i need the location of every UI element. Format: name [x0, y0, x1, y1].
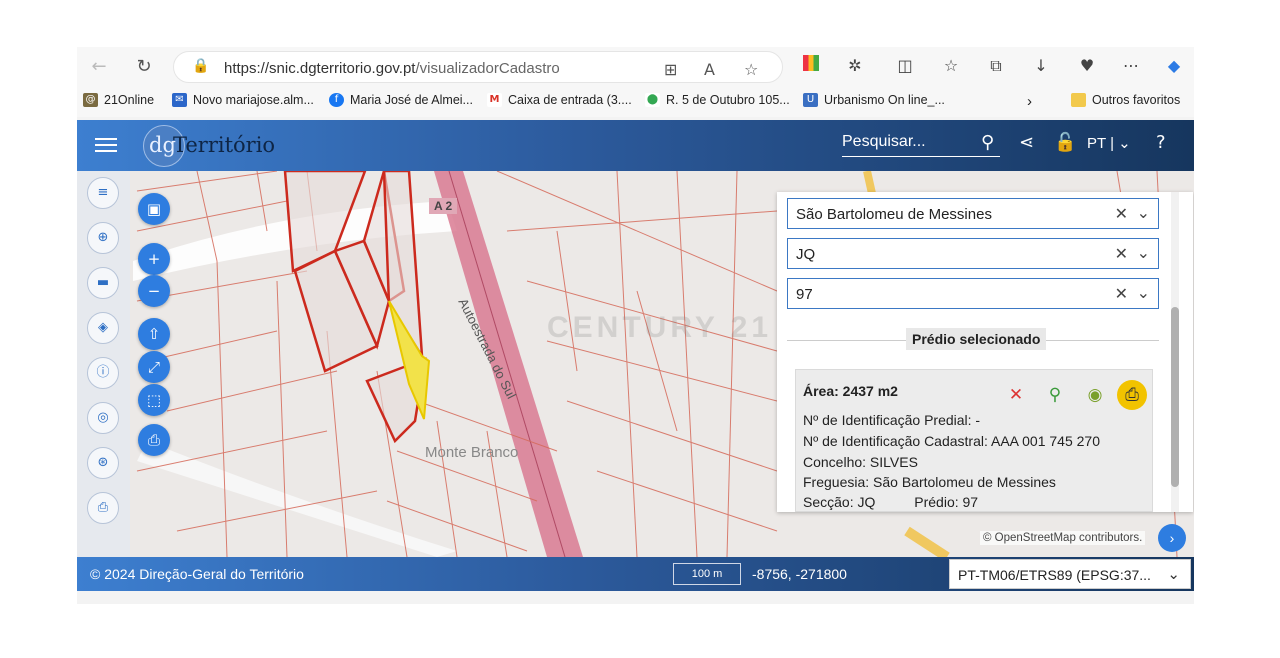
parcel-info-line: Secção: JQ Prédio: 97: [803, 494, 979, 510]
download-icon[interactable]: ↓: [1029, 54, 1053, 78]
zoom-out-button[interactable]: −: [138, 275, 170, 307]
bookmark-21online[interactable]: @21Online: [83, 93, 154, 107]
parcel-info-line: Nº de Identificação Cadastral: AAA 001 7…: [803, 433, 1100, 449]
zoom-in-button[interactable]: +: [138, 243, 170, 275]
coordinates-readout: -8756, -271800: [752, 566, 847, 582]
expand-chevron-icon[interactable]: ›: [1158, 524, 1186, 552]
bookmark-urbanismo[interactable]: U Urbanismo On line_...: [803, 93, 945, 107]
hamburger-menu-icon[interactable]: [95, 134, 117, 154]
address-bar-row: ← ↻ 🔒 https://snic.dgterritorio.gov.pt/v…: [77, 47, 1194, 87]
chevron-down-icon[interactable]: ⌄: [1137, 243, 1150, 262]
performance-icon[interactable]: ♥: [1075, 54, 1099, 78]
predio-select[interactable]: 97 ✕ ⌄: [787, 278, 1159, 309]
split-screen-icon[interactable]: ◫: [893, 54, 917, 78]
extension-color-icon[interactable]: [799, 54, 823, 78]
bookmark-maps[interactable]: ⬤ R. 5 de Outubro 105...: [645, 93, 790, 107]
info-icon[interactable]: ⓘ: [87, 357, 119, 389]
measure-area-icon[interactable]: ◈: [87, 312, 119, 344]
left-toolbar: ≡ ⊕ ▬ ◈ ⓘ ◎ ⊛ ⎙: [77, 171, 130, 557]
projection-select[interactable]: PT-TM06/ETRS89 (EPSG:37... ⌄: [949, 559, 1191, 589]
clear-icon[interactable]: ✕: [1115, 204, 1128, 223]
refresh-icon[interactable]: ↻: [132, 55, 156, 79]
language-selector[interactable]: PT | ⌄: [1087, 134, 1131, 152]
browser-window: ← ↻ 🔒 https://snic.dgterritorio.gov.pt/v…: [77, 47, 1194, 604]
collections-icon[interactable]: ⧉: [984, 54, 1008, 78]
parcel-info-line: Freguesia: São Bartolomeu de Messines: [803, 474, 1056, 490]
favorite-star-icon[interactable]: ☆: [744, 60, 758, 79]
section-title: Prédio selecionado: [906, 328, 1047, 350]
app-header: dg Território Pesquisar... ⚲ ⋖ 🔓 PT | ⌄ …: [77, 120, 1194, 171]
url-text: https://snic.dgterritorio.gov.pt/visuali…: [224, 60, 560, 77]
chevron-down-icon[interactable]: ⌄: [1137, 283, 1150, 302]
clear-icon[interactable]: ✕: [1115, 284, 1128, 303]
parcel-info-line: Concelho: SILVES: [803, 454, 918, 470]
copyright-text: © 2024 Direção-Geral do Território: [90, 566, 304, 582]
map-pin-icon: ⬤: [645, 93, 660, 107]
watermark: CENTURY 21: [547, 311, 773, 344]
search-icon[interactable]: ⚲: [981, 132, 994, 153]
mail-icon: ✉: [172, 93, 187, 107]
basemap-icon[interactable]: ▣: [138, 193, 170, 225]
help-icon[interactable]: ?: [1156, 132, 1166, 153]
zoom-search-icon[interactable]: ⚲: [1040, 380, 1070, 410]
lock-icon[interactable]: 🔓: [1054, 132, 1076, 153]
bookmark-facebook[interactable]: f Maria José de Almei...: [329, 93, 473, 107]
bookmark-gmail[interactable]: M Caixa de entrada (3....: [487, 93, 632, 107]
search-panel: São Bartolomeu de Messines ✕ ⌄ JQ ✕ ⌄ 97…: [777, 192, 1193, 512]
chevron-down-icon[interactable]: ⌄: [1137, 203, 1150, 222]
zoom-extent-icon[interactable]: ⬚: [138, 384, 170, 416]
copilot-icon[interactable]: ◆: [1162, 54, 1186, 78]
lock-icon: 🔒: [192, 58, 210, 74]
extensions-icon[interactable]: ✲: [843, 54, 867, 78]
gmail-icon: M: [487, 93, 502, 107]
ruler-icon[interactable]: ▬: [87, 267, 119, 299]
locate-icon[interactable]: ◎: [87, 402, 119, 434]
clear-icon[interactable]: ✕: [1115, 244, 1128, 263]
urbanismo-icon: U: [803, 93, 818, 107]
north-arrow-icon[interactable]: ⇧: [138, 318, 170, 350]
url-bar[interactable]: 🔒 https://snic.dgterritorio.gov.pt/visua…: [173, 51, 783, 83]
fullscreen-icon[interactable]: ⤢: [138, 351, 170, 383]
back-arrow-icon[interactable]: ←: [87, 55, 111, 79]
road-label: A 2: [429, 198, 458, 214]
more-menu-icon[interactable]: ⋯: [1119, 54, 1143, 78]
bookmarks-bar: @21Online ✉ Novo mariajose.alm... f Maria …: [77, 87, 1194, 117]
freguesia-select[interactable]: São Bartolomeu de Messines ✕ ⌄: [787, 198, 1159, 229]
bookmark-mail[interactable]: ✉ Novo mariajose.alm...: [172, 93, 314, 107]
place-label: Monte Branco: [425, 444, 519, 461]
layers-list-icon[interactable]: ≡: [87, 177, 119, 209]
read-aloud-icon[interactable]: A: [704, 60, 715, 79]
close-icon[interactable]: ✕: [1001, 380, 1031, 410]
app-grid-icon[interactable]: ⊞: [664, 60, 677, 79]
app-footer: © 2024 Direção-Geral do Território 100 m…: [77, 557, 1194, 591]
parcel-area: Área: 2437 m2: [803, 383, 898, 399]
parcel-info-line: Nº de Identificação Predial: -: [803, 412, 981, 428]
favorites-list-icon[interactable]: ☆: [939, 54, 963, 78]
scale-bar: 100 m: [673, 563, 741, 585]
facebook-icon: f: [329, 93, 344, 107]
scrollbar-thumb[interactable]: [1171, 307, 1179, 487]
print-icon[interactable]: ⎙: [1117, 380, 1147, 410]
globe-icon[interactable]: ⊛: [87, 447, 119, 479]
print-sidebar-icon[interactable]: ⎙: [87, 492, 119, 524]
other-favorites-folder[interactable]: Outros favoritos: [1071, 93, 1180, 107]
zoom-target-icon[interactable]: ⊕: [87, 222, 119, 254]
parcel-card: Área: 2437 m2 ✕ ⚲ ◉ ⎙ Nº de Identificaçã…: [795, 369, 1153, 512]
map-attribution: © OpenStreetMap contributors.: [980, 531, 1146, 545]
seccao-select[interactable]: JQ ✕ ⌄: [787, 238, 1159, 269]
folder-icon: [1071, 93, 1086, 107]
chevron-down-icon[interactable]: ⌄: [1167, 565, 1180, 583]
bookmarks-overflow-chevron-icon[interactable]: ›: [1027, 93, 1032, 110]
share-icon[interactable]: ⋖: [1019, 132, 1034, 153]
search-input[interactable]: Pesquisar...: [842, 133, 1000, 157]
21online-icon: @: [83, 93, 98, 107]
compass-icon[interactable]: ◉: [1080, 380, 1110, 410]
logo-text: Território: [173, 133, 276, 157]
print-map-icon[interactable]: ⎙: [138, 424, 170, 456]
